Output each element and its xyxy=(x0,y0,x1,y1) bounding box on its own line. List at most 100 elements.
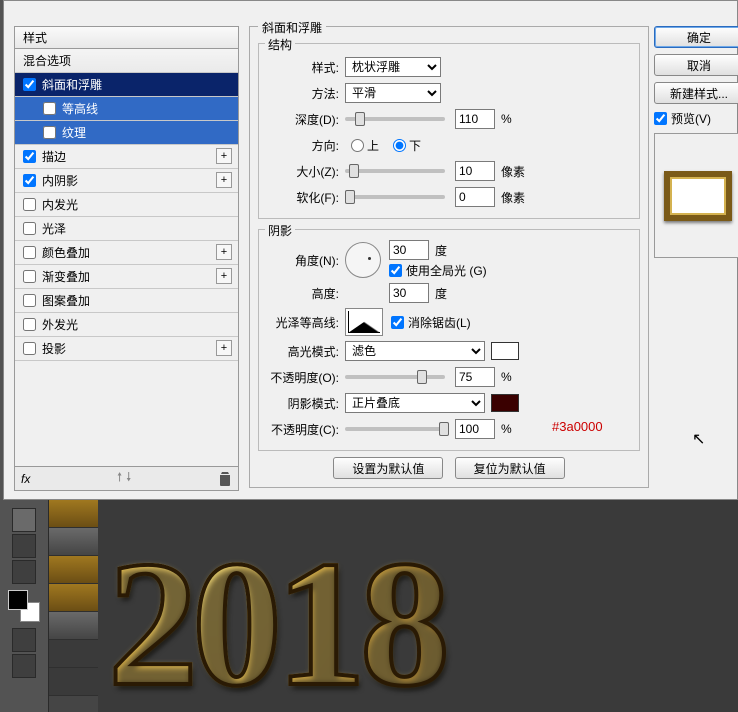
swatch-steel-2[interactable] xyxy=(49,612,99,640)
bevel-group-title: 斜面和浮雕 xyxy=(258,19,326,36)
canvas[interactable]: 2018 xyxy=(98,500,738,712)
depth-slider[interactable] xyxy=(345,117,445,121)
shadow-opacity-slider[interactable] xyxy=(345,427,445,431)
color-overlay-checkbox[interactable] xyxy=(23,246,36,259)
add-stroke-icon[interactable]: + xyxy=(216,148,232,164)
add-inner-shadow-icon[interactable]: + xyxy=(216,172,232,188)
soften-slider[interactable] xyxy=(345,195,445,199)
global-light-checkbox[interactable] xyxy=(389,264,402,277)
arrow-down-icon[interactable]: 🠗 xyxy=(126,470,131,484)
add-drop-shadow-icon[interactable]: + xyxy=(216,340,232,356)
style-row-bevel[interactable]: 斜面和浮雕 xyxy=(15,73,238,97)
shadow-color-swatch[interactable] xyxy=(491,394,519,412)
outer-glow-checkbox[interactable] xyxy=(23,318,36,331)
highlight-opacity-input[interactable] xyxy=(455,367,495,387)
contour-checkbox[interactable] xyxy=(43,102,56,115)
style-row-satin[interactable]: 光泽 xyxy=(15,217,238,241)
texture-label: 纹理 xyxy=(62,121,86,145)
swatch-gold-2[interactable] xyxy=(49,556,99,584)
foreground-color[interactable] xyxy=(8,590,28,610)
make-default-button[interactable]: 设置为默认值 xyxy=(333,457,443,479)
drop-shadow-checkbox[interactable] xyxy=(23,342,36,355)
pattern-overlay-checkbox[interactable] xyxy=(23,294,36,307)
style-row-contour[interactable]: 等高线 xyxy=(15,97,238,121)
size-input[interactable] xyxy=(455,161,495,181)
contour-thumbnail[interactable] xyxy=(345,308,383,336)
swatch-dark[interactable] xyxy=(49,640,99,668)
style-row-gradient-overlay[interactable]: 渐变叠加 + xyxy=(15,265,238,289)
technique-select[interactable]: 平滑 xyxy=(345,83,441,103)
style-row-color-overlay[interactable]: 颜色叠加 + xyxy=(15,241,238,265)
highlight-mode-select[interactable]: 滤色 xyxy=(345,341,485,361)
new-style-button[interactable]: 新建样式... xyxy=(654,82,738,104)
tool-zoom[interactable] xyxy=(12,534,36,558)
cancel-button[interactable]: 取消 xyxy=(654,54,738,76)
highlight-opacity-unit: % xyxy=(501,370,512,384)
style-select[interactable]: 枕状浮雕 xyxy=(345,57,441,77)
tool-screen[interactable] xyxy=(12,654,36,678)
ok-button[interactable]: 确定 xyxy=(654,26,738,48)
gradient-overlay-checkbox[interactable] xyxy=(23,270,36,283)
cursor-icon: ↖ xyxy=(692,429,705,449)
foreground-background-swatch[interactable] xyxy=(8,590,40,622)
inner-glow-checkbox[interactable] xyxy=(23,198,36,211)
fx-label[interactable]: fx xyxy=(21,472,30,486)
technique-label: 方法: xyxy=(267,85,345,102)
tools-panel xyxy=(0,500,48,712)
depth-input[interactable] xyxy=(455,109,495,129)
highlight-opacity-slider[interactable] xyxy=(345,375,445,379)
tool-hand[interactable] xyxy=(12,508,36,532)
size-unit: 像素 xyxy=(501,163,525,180)
style-row-pattern-overlay[interactable]: 图案叠加 xyxy=(15,289,238,313)
shadow-opacity-input[interactable] xyxy=(455,419,495,439)
altitude-label: 高度: xyxy=(267,285,345,302)
direction-up-radio[interactable] xyxy=(351,139,364,152)
structure-title: 结构 xyxy=(265,36,295,53)
preview-checkbox[interactable] xyxy=(654,112,667,125)
style-row-drop-shadow[interactable]: 投影 + xyxy=(15,337,238,361)
add-gradient-overlay-icon[interactable]: + xyxy=(216,268,232,284)
gloss-contour-label: 光泽等高线: xyxy=(267,314,345,331)
swatch-steel[interactable] xyxy=(49,528,99,556)
tool-misc[interactable] xyxy=(12,560,36,584)
reset-default-button[interactable]: 复位为默认值 xyxy=(455,457,565,479)
satin-label: 光泽 xyxy=(42,217,66,241)
style-row-inner-shadow[interactable]: 内阴影 + xyxy=(15,169,238,193)
outer-glow-label: 外发光 xyxy=(42,313,78,337)
style-row-inner-glow[interactable]: 内发光 xyxy=(15,193,238,217)
soften-unit: 像素 xyxy=(501,189,525,206)
trash-icon[interactable] xyxy=(218,471,232,487)
styles-header: 样式 xyxy=(15,27,238,49)
highlight-color-swatch[interactable] xyxy=(491,342,519,360)
shadow-mode-select[interactable]: 正片叠底 xyxy=(345,393,485,413)
add-color-overlay-icon[interactable]: + xyxy=(216,244,232,260)
antialias-checkbox[interactable] xyxy=(391,316,404,329)
style-row-stroke[interactable]: 描边 + xyxy=(15,145,238,169)
shadow-mode-label: 阴影模式: xyxy=(267,395,345,412)
bevel-checkbox[interactable] xyxy=(23,78,36,91)
altitude-input[interactable] xyxy=(389,283,429,303)
blending-label: 混合选项 xyxy=(23,49,71,73)
style-row-outer-glow[interactable]: 外发光 xyxy=(15,313,238,337)
stroke-checkbox[interactable] xyxy=(23,150,36,163)
blending-options-row[interactable]: 混合选项 xyxy=(15,49,238,73)
angle-dial[interactable] xyxy=(345,242,381,278)
reorder-arrows: 🠕🠗 xyxy=(115,468,133,489)
satin-checkbox[interactable] xyxy=(23,222,36,235)
swatch-dark-2[interactable] xyxy=(49,668,99,696)
arrow-up-icon[interactable]: 🠕 xyxy=(117,470,122,484)
swatch-gold[interactable] xyxy=(49,500,99,528)
size-slider[interactable] xyxy=(345,169,445,173)
texture-checkbox[interactable] xyxy=(43,126,56,139)
swatch-gold-3[interactable] xyxy=(49,584,99,612)
soften-label: 软化(F): xyxy=(267,189,345,206)
angle-input[interactable] xyxy=(389,240,429,260)
direction-down-radio[interactable] xyxy=(393,139,406,152)
soften-input[interactable] xyxy=(455,187,495,207)
angle-label: 角度(N): xyxy=(267,252,345,269)
tool-mask[interactable] xyxy=(12,628,36,652)
shading-group: 阴影 角度(N): 度 使用全局光 (G) xyxy=(258,229,640,451)
inner-shadow-checkbox[interactable] xyxy=(23,174,36,187)
style-row-texture[interactable]: 纹理 xyxy=(15,121,238,145)
hex-annotation: #3a0000 xyxy=(552,419,603,434)
